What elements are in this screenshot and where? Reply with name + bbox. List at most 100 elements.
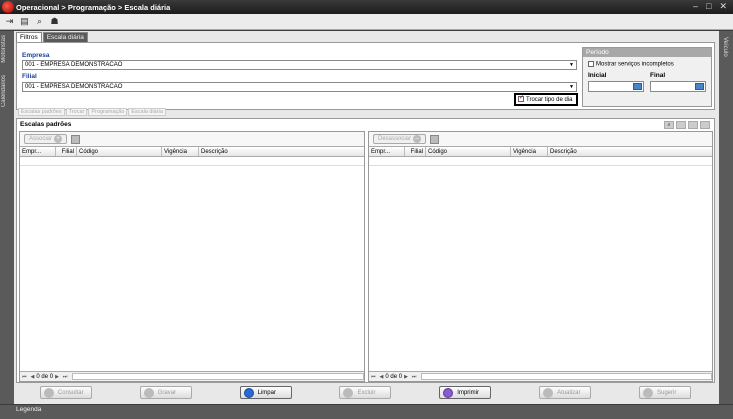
- checkbox-checked-icon: [518, 94, 524, 103]
- users-icon[interactable]: ☗: [49, 16, 60, 27]
- mostrar-servicos-checkbox[interactable]: Mostrar serviços incompletos: [588, 61, 674, 68]
- consultar-label: Consultar: [57, 389, 84, 396]
- clear-icon: [243, 387, 254, 398]
- monitor-icon[interactable]: ▤: [19, 16, 30, 27]
- filter-row[interactable]: [369, 157, 712, 166]
- exit-icon[interactable]: ⇥: [4, 16, 15, 27]
- excluir-label: Excluir: [357, 389, 376, 396]
- sugerir-label: Sugerir: [656, 389, 677, 396]
- main-content: Filtros Escala diária Empresa 001 - EMPR…: [14, 31, 719, 404]
- calendar-icon[interactable]: [695, 83, 704, 90]
- lightbulb-icon: [642, 387, 653, 398]
- column-header-codigo[interactable]: Código: [77, 147, 162, 156]
- final-label: Final: [650, 72, 666, 79]
- column-header-vigencia[interactable]: Vigência: [162, 147, 199, 156]
- empresa-value: 001 - EMPRESA DEMONSTRACAO: [25, 62, 123, 68]
- column-header-empresa[interactable]: Empr...: [20, 147, 56, 156]
- page-count: 0 de 0: [36, 373, 54, 380]
- horizontal-scrollbar[interactable]: [72, 373, 364, 380]
- gravar-button[interactable]: Gravar: [139, 386, 192, 399]
- right-grid-panel: Desassociar – Empr... Filial Código Vigên…: [368, 131, 713, 382]
- delete-icon: [343, 387, 354, 398]
- column-header-descricao[interactable]: Descrição: [548, 147, 712, 156]
- export-icon[interactable]: [676, 121, 686, 129]
- prev-page-icon[interactable]: ◀: [378, 374, 386, 380]
- expand-icon[interactable]: [700, 121, 710, 129]
- sugerir-button[interactable]: Sugerir: [638, 386, 691, 399]
- filter-row[interactable]: [20, 157, 364, 166]
- app-logo-icon: [2, 1, 14, 13]
- grid-settings-icon[interactable]: [430, 134, 440, 144]
- pager: ⏮ ◀ 0 de 0 ▶ ⏭: [369, 371, 712, 381]
- left-rail: Motoristas Calendários: [0, 31, 14, 404]
- search-icon: [43, 387, 54, 398]
- atualizar-button[interactable]: Atualizar: [539, 386, 592, 399]
- grids-area: Escalas padrões ⌕ Associar + Empr... Fili…: [16, 118, 715, 383]
- subtab-programacao[interactable]: Programação: [88, 108, 128, 116]
- filters-panel: Empresa 001 - EMPRESA DEMONSTRACAO ▼ Fil…: [16, 42, 715, 110]
- inicial-date-field[interactable]: [588, 81, 644, 92]
- page-count: 0 de 0: [385, 373, 403, 380]
- tab-filtros[interactable]: Filtros: [16, 32, 42, 42]
- first-page-icon[interactable]: ⏮: [369, 374, 378, 380]
- tab-escala-diaria[interactable]: Escala diária: [42, 32, 88, 42]
- footer-actions: Consultar Gravar Limpar Excluir Imprimir…: [16, 384, 715, 401]
- subtab-escalas-padroes[interactable]: Escalas padrões: [18, 108, 65, 116]
- last-page-icon[interactable]: ⏭: [61, 374, 70, 380]
- zoom-icon[interactable]: ⌕: [664, 121, 674, 129]
- mostrar-servicos-label: Mostrar serviços incompletos: [596, 61, 674, 68]
- desassociar-label: Desassociar: [378, 136, 412, 142]
- printer-icon: [443, 387, 454, 398]
- column-header-empresa[interactable]: Empr...: [369, 147, 405, 156]
- calendar-icon[interactable]: [633, 83, 642, 90]
- column-header-vigencia[interactable]: Vigência: [511, 147, 548, 156]
- left-grid-panel: Associar + Empr... Filial Código Vigência…: [19, 131, 365, 382]
- pager: ⏮ ◀ 0 de 0 ▶ ⏭: [20, 371, 364, 381]
- window-title: Operacional > Programação > Escala diári…: [16, 2, 171, 12]
- table-header: Empr... Filial Código Vigência Descrição: [369, 146, 712, 157]
- subtab-trocar[interactable]: Trocar: [65, 108, 88, 116]
- trocar-tipo-dia-label: Trocar tipo de dia: [526, 97, 573, 103]
- last-page-icon[interactable]: ⏭: [410, 374, 419, 380]
- title-bar: Operacional > Programação > Escala diári…: [0, 0, 733, 14]
- legend-label: Legenda: [16, 406, 42, 413]
- horizontal-scrollbar[interactable]: [421, 373, 712, 380]
- empresa-select[interactable]: 001 - EMPRESA DEMONSTRACAO ▼: [22, 60, 577, 70]
- rail-item-motoristas[interactable]: Motoristas: [1, 35, 7, 63]
- periodo-title: Período: [583, 48, 711, 57]
- subtab-escala-diaria[interactable]: Escala diária: [128, 108, 166, 116]
- associar-label: Associar: [29, 136, 53, 142]
- associar-button[interactable]: Associar +: [24, 134, 68, 144]
- limpar-button[interactable]: Limpar: [239, 386, 292, 399]
- desassociar-button[interactable]: Desassociar –: [373, 134, 427, 144]
- trocar-tipo-dia-checkbox[interactable]: Trocar tipo de dia: [514, 93, 578, 106]
- first-page-icon[interactable]: ⏮: [20, 374, 29, 380]
- close-button[interactable]: ✕: [719, 1, 727, 12]
- chevron-down-icon: ▼: [569, 62, 574, 68]
- legend-bar[interactable]: Legenda: [0, 405, 733, 419]
- print-icon[interactable]: [688, 121, 698, 129]
- rail-item-veiculo[interactable]: Veículo: [722, 37, 728, 57]
- column-header-filial[interactable]: Filial: [56, 147, 77, 156]
- checkbox-icon: [588, 61, 594, 67]
- imprimir-label: Imprimir: [457, 389, 479, 396]
- maximize-button[interactable]: □: [706, 1, 711, 12]
- column-header-codigo[interactable]: Código: [426, 147, 511, 156]
- chevron-down-icon: ▼: [569, 84, 574, 90]
- next-page-icon[interactable]: ▶: [402, 374, 410, 380]
- column-header-descricao[interactable]: Descrição: [199, 147, 364, 156]
- filial-select[interactable]: 001 - EMPRESA DEMONSTRACAO ▼: [22, 82, 577, 92]
- filial-label: Filial: [22, 73, 37, 80]
- column-header-filial[interactable]: Filial: [405, 147, 426, 156]
- consultar-button[interactable]: Consultar: [39, 386, 92, 399]
- final-date-field[interactable]: [650, 81, 706, 92]
- next-page-icon[interactable]: ▶: [53, 374, 61, 380]
- search-icon[interactable]: ⌕: [34, 16, 45, 27]
- minimize-button[interactable]: –: [693, 1, 698, 12]
- rail-item-calendarios[interactable]: Calendários: [1, 75, 7, 107]
- excluir-button[interactable]: Excluir: [339, 386, 392, 399]
- filial-value: 001 - EMPRESA DEMONSTRACAO: [25, 84, 123, 90]
- grid-settings-icon[interactable]: [71, 134, 81, 144]
- prev-page-icon[interactable]: ◀: [29, 374, 37, 380]
- imprimir-button[interactable]: Imprimir: [439, 386, 492, 399]
